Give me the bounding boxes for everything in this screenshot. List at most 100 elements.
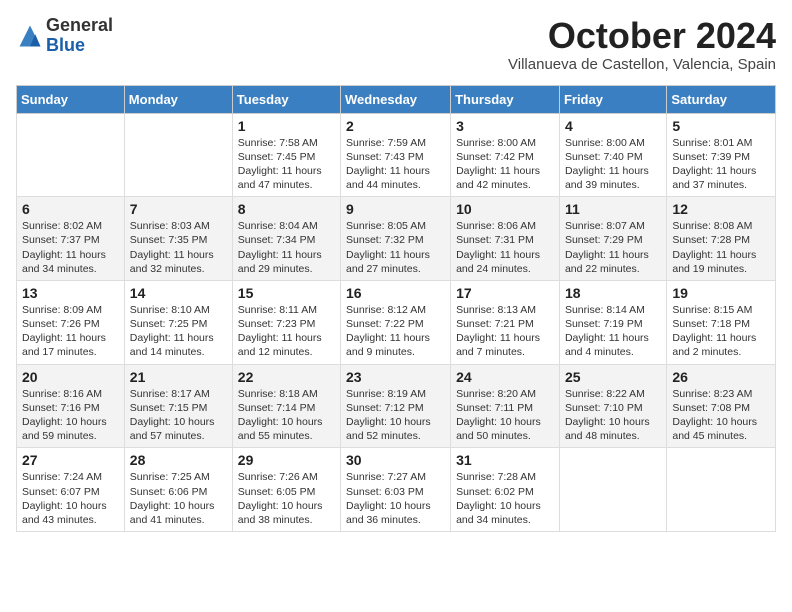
day-info: Sunrise: 8:08 AMSunset: 7:28 PMDaylight:… <box>672 219 770 276</box>
day-cell: 18 Sunrise: 8:14 AMSunset: 7:19 PMDayligh… <box>559 280 666 364</box>
day-info: Sunrise: 8:01 AMSunset: 7:39 PMDaylight:… <box>672 136 770 193</box>
day-cell: 23 Sunrise: 8:19 AMSunset: 7:12 PMDayligh… <box>341 364 451 448</box>
day-info: Sunrise: 8:05 AMSunset: 7:32 PMDaylight:… <box>346 219 445 276</box>
day-number: 30 <box>346 452 445 468</box>
day-number: 4 <box>565 118 661 134</box>
day-info: Sunrise: 8:13 AMSunset: 7:21 PMDaylight:… <box>456 303 554 360</box>
col-header-thursday: Thursday <box>451 85 560 113</box>
calendar-header-row: SundayMondayTuesdayWednesdayThursdayFrid… <box>17 85 776 113</box>
day-number: 27 <box>22 452 119 468</box>
day-cell: 24Sunrise: 8:20 AMSunset: 7:11 PMDayligh… <box>451 364 560 448</box>
day-info: Sunrise: 8:06 AMSunset: 7:31 PMDaylight:… <box>456 219 554 276</box>
day-info: Sunrise: 7:26 AMSunset: 6:05 PMDaylight:… <box>238 470 335 527</box>
col-header-saturday: Saturday <box>667 85 776 113</box>
day-number: 2 <box>346 118 445 134</box>
day-number: 14 <box>130 285 227 301</box>
day-cell: 29 Sunrise: 7:26 AMSunset: 6:05 PMDayligh… <box>232 448 340 532</box>
day-info: Sunrise: 7:28 AMSunset: 6:02 PMDaylight:… <box>456 470 554 527</box>
day-info: Sunrise: 8:03 AMSunset: 7:35 PMDaylight:… <box>130 219 227 276</box>
day-cell: 31Sunrise: 7:28 AMSunset: 6:02 PMDayligh… <box>451 448 560 532</box>
day-info: Sunrise: 7:58 AMSunset: 7:45 PMDaylight:… <box>238 136 335 193</box>
day-number: 9 <box>346 201 445 217</box>
day-info: Sunrise: 8:04 AMSunset: 7:34 PMDaylight:… <box>238 219 335 276</box>
day-info: Sunrise: 8:02 AMSunset: 7:37 PMDaylight:… <box>22 219 119 276</box>
col-header-wednesday: Wednesday <box>341 85 451 113</box>
day-info: Sunrise: 7:59 AMSunset: 7:43 PMDaylight:… <box>346 136 445 193</box>
day-cell: 10Sunrise: 8:06 AMSunset: 7:31 PMDayligh… <box>451 197 560 281</box>
day-number: 12 <box>672 201 770 217</box>
col-header-friday: Friday <box>559 85 666 113</box>
day-number: 17 <box>456 285 554 301</box>
day-number: 11 <box>565 201 661 217</box>
day-info: Sunrise: 8:19 AMSunset: 7:12 PMDaylight:… <box>346 387 445 444</box>
day-cell: 7Sunrise: 8:03 AMSunset: 7:35 PMDaylight… <box>124 197 232 281</box>
day-info: Sunrise: 8:12 AMSunset: 7:22 PMDaylight:… <box>346 303 445 360</box>
day-number: 26 <box>672 369 770 385</box>
day-info: Sunrise: 8:18 AMSunset: 7:14 PMDaylight:… <box>238 387 335 444</box>
day-info: Sunrise: 8:11 AMSunset: 7:23 PMDaylight:… <box>238 303 335 360</box>
week-row-5: 27Sunrise: 7:24 AMSunset: 6:07 PMDayligh… <box>17 448 776 532</box>
day-number: 5 <box>672 118 770 134</box>
day-cell: 5 Sunrise: 8:01 AMSunset: 7:39 PMDaylight… <box>667 113 776 197</box>
week-row-1: 1 Sunrise: 7:58 AMSunset: 7:45 PMDaylight… <box>17 113 776 197</box>
day-number: 15 <box>238 285 335 301</box>
day-cell <box>17 113 125 197</box>
day-cell: 30 Sunrise: 7:27 AMSunset: 6:03 PMDayligh… <box>341 448 451 532</box>
logo-text: General Blue <box>46 16 113 56</box>
day-cell: 1 Sunrise: 7:58 AMSunset: 7:45 PMDaylight… <box>232 113 340 197</box>
day-info: Sunrise: 8:22 AMSunset: 7:10 PMDaylight:… <box>565 387 661 444</box>
day-info: Sunrise: 8:17 AMSunset: 7:15 PMDaylight:… <box>130 387 227 444</box>
day-cell: 8 Sunrise: 8:04 AMSunset: 7:34 PMDaylight… <box>232 197 340 281</box>
day-number: 22 <box>238 369 335 385</box>
day-info: Sunrise: 8:00 AMSunset: 7:40 PMDaylight:… <box>565 136 661 193</box>
week-row-3: 13Sunrise: 8:09 AMSunset: 7:26 PMDayligh… <box>17 280 776 364</box>
day-cell: 2 Sunrise: 7:59 AMSunset: 7:43 PMDaylight… <box>341 113 451 197</box>
logo-blue: Blue <box>46 35 85 55</box>
day-info: Sunrise: 7:27 AMSunset: 6:03 PMDaylight:… <box>346 470 445 527</box>
day-number: 6 <box>22 201 119 217</box>
day-number: 21 <box>130 369 227 385</box>
day-number: 19 <box>672 285 770 301</box>
day-cell: 19 Sunrise: 8:15 AMSunset: 7:18 PMDayligh… <box>667 280 776 364</box>
day-info: Sunrise: 8:15 AMSunset: 7:18 PMDaylight:… <box>672 303 770 360</box>
day-cell: 28Sunrise: 7:25 AMSunset: 6:06 PMDayligh… <box>124 448 232 532</box>
day-number: 18 <box>565 285 661 301</box>
day-cell: 12 Sunrise: 8:08 AMSunset: 7:28 PMDayligh… <box>667 197 776 281</box>
day-cell: 26Sunrise: 8:23 AMSunset: 7:08 PMDayligh… <box>667 364 776 448</box>
day-info: Sunrise: 8:10 AMSunset: 7:25 PMDaylight:… <box>130 303 227 360</box>
day-cell: 3 Sunrise: 8:00 AMSunset: 7:42 PMDaylight… <box>451 113 560 197</box>
day-number: 25 <box>565 369 661 385</box>
day-cell <box>667 448 776 532</box>
day-cell: 25 Sunrise: 8:22 AMSunset: 7:10 PMDayligh… <box>559 364 666 448</box>
day-cell: 27Sunrise: 7:24 AMSunset: 6:07 PMDayligh… <box>17 448 125 532</box>
day-cell: 20Sunrise: 8:16 AMSunset: 7:16 PMDayligh… <box>17 364 125 448</box>
day-cell: 22 Sunrise: 8:18 AMSunset: 7:14 PMDayligh… <box>232 364 340 448</box>
day-number: 24 <box>456 369 554 385</box>
day-cell: 14 Sunrise: 8:10 AMSunset: 7:25 PMDayligh… <box>124 280 232 364</box>
day-number: 29 <box>238 452 335 468</box>
day-cell: 13Sunrise: 8:09 AMSunset: 7:26 PMDayligh… <box>17 280 125 364</box>
day-cell <box>559 448 666 532</box>
day-number: 1 <box>238 118 335 134</box>
logo-icon <box>16 22 44 50</box>
day-number: 20 <box>22 369 119 385</box>
day-info: Sunrise: 8:00 AMSunset: 7:42 PMDaylight:… <box>456 136 554 193</box>
day-info: Sunrise: 8:14 AMSunset: 7:19 PMDaylight:… <box>565 303 661 360</box>
day-number: 8 <box>238 201 335 217</box>
col-header-tuesday: Tuesday <box>232 85 340 113</box>
title-block: October 2024 Villanueva de Castellon, Va… <box>508 16 776 73</box>
day-number: 28 <box>130 452 227 468</box>
day-info: Sunrise: 8:09 AMSunset: 7:26 PMDaylight:… <box>22 303 119 360</box>
calendar-table: SundayMondayTuesdayWednesdayThursdayFrid… <box>16 85 776 532</box>
day-cell: 11 Sunrise: 8:07 AMSunset: 7:29 PMDayligh… <box>559 197 666 281</box>
day-number: 23 <box>346 369 445 385</box>
page-header: General Blue October 2024 Villanueva de … <box>16 16 776 73</box>
month-title: October 2024 <box>508 16 776 56</box>
day-cell: 17 Sunrise: 8:13 AMSunset: 7:21 PMDayligh… <box>451 280 560 364</box>
day-info: Sunrise: 8:07 AMSunset: 7:29 PMDaylight:… <box>565 219 661 276</box>
col-header-monday: Monday <box>124 85 232 113</box>
day-number: 16 <box>346 285 445 301</box>
day-cell <box>124 113 232 197</box>
col-header-sunday: Sunday <box>17 85 125 113</box>
day-number: 3 <box>456 118 554 134</box>
